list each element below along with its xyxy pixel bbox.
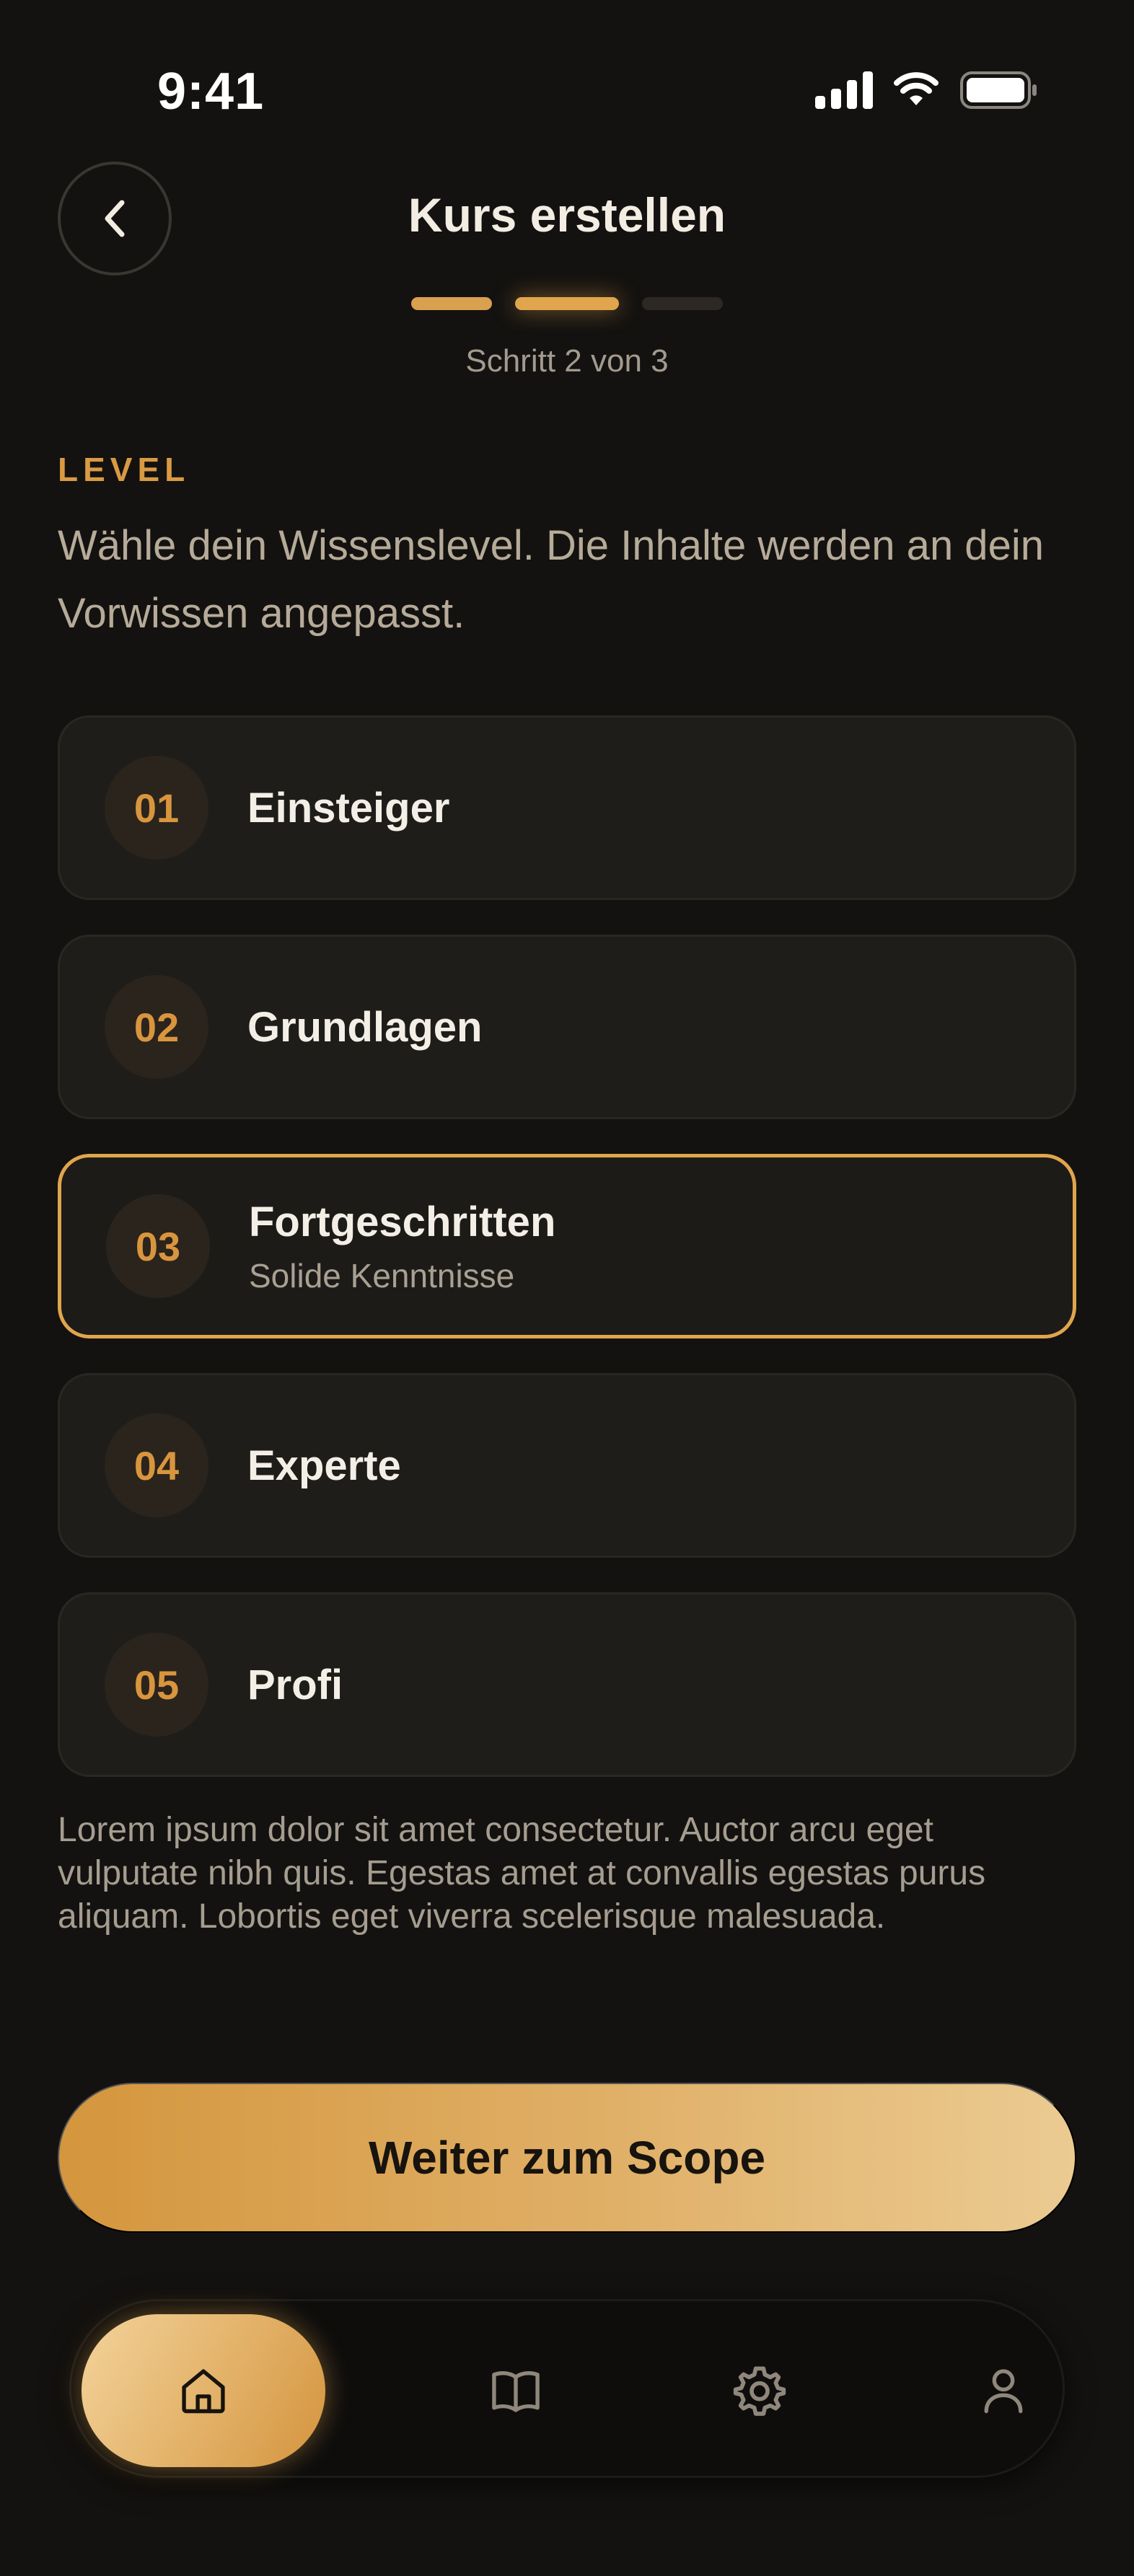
gear-icon bbox=[733, 2366, 786, 2416]
level-title: Experte bbox=[247, 1442, 401, 1489]
cellular-signal-icon bbox=[815, 71, 873, 109]
home-icon bbox=[182, 2369, 225, 2414]
level-number: 03 bbox=[106, 1194, 210, 1298]
battery-icon bbox=[960, 71, 1037, 109]
level-number: 04 bbox=[105, 1413, 208, 1517]
user-icon bbox=[984, 2369, 1023, 2414]
level-number: 02 bbox=[105, 975, 208, 1079]
book-icon bbox=[492, 2371, 540, 2412]
level-number: 01 bbox=[105, 756, 208, 860]
status-bar: 9:41 bbox=[0, 0, 1134, 173]
level-option-fortgeschritten[interactable]: 03 Fortgeschritten Solide Kenntnisse bbox=[58, 1154, 1076, 1338]
level-title: Grundlagen bbox=[247, 1003, 483, 1051]
level-title: Profi bbox=[247, 1661, 343, 1708]
level-number: 05 bbox=[105, 1633, 208, 1737]
level-title: Einsteiger bbox=[247, 784, 450, 832]
level-title: Fortgeschritten bbox=[249, 1198, 556, 1245]
level-option-profi[interactable]: 05 Profi bbox=[58, 1592, 1076, 1777]
level-option-einsteiger[interactable]: 01 Einsteiger bbox=[58, 715, 1076, 900]
section-label: LEVEL bbox=[58, 451, 190, 488]
level-option-grundlagen[interactable]: 02 Grundlagen bbox=[58, 935, 1076, 1119]
page-title: Kurs erstellen bbox=[408, 188, 726, 242]
status-time: 9:41 bbox=[157, 63, 265, 120]
tab-profile[interactable] bbox=[882, 2314, 1125, 2467]
section-description: Wähle dein Wissenslevel. Die Inhalte wer… bbox=[58, 522, 1044, 637]
step-segment-1 bbox=[411, 297, 492, 310]
level-option-experte[interactable]: 04 Experte bbox=[58, 1373, 1076, 1558]
tab-settings[interactable] bbox=[638, 2314, 882, 2467]
header: Kurs erstellen bbox=[0, 162, 1134, 284]
tab-library[interactable] bbox=[394, 2314, 638, 2467]
info-text: Lorem ipsum dolor sit amet consectetur. … bbox=[58, 1811, 986, 1936]
step-progress bbox=[411, 297, 723, 313]
step-segment-2 bbox=[515, 297, 619, 310]
status-icons bbox=[815, 71, 1039, 110]
continue-to-scope-button[interactable]: Weiter zum Scope bbox=[58, 2083, 1076, 2233]
tab-home[interactable] bbox=[82, 2314, 325, 2467]
step-segment-3 bbox=[642, 297, 723, 310]
step-label: Schritt 2 von 3 bbox=[465, 343, 669, 379]
level-subtitle: Solide Kenntnisse bbox=[249, 1256, 515, 1294]
wifi-icon bbox=[894, 72, 939, 105]
tab-bar bbox=[69, 2299, 1065, 2478]
